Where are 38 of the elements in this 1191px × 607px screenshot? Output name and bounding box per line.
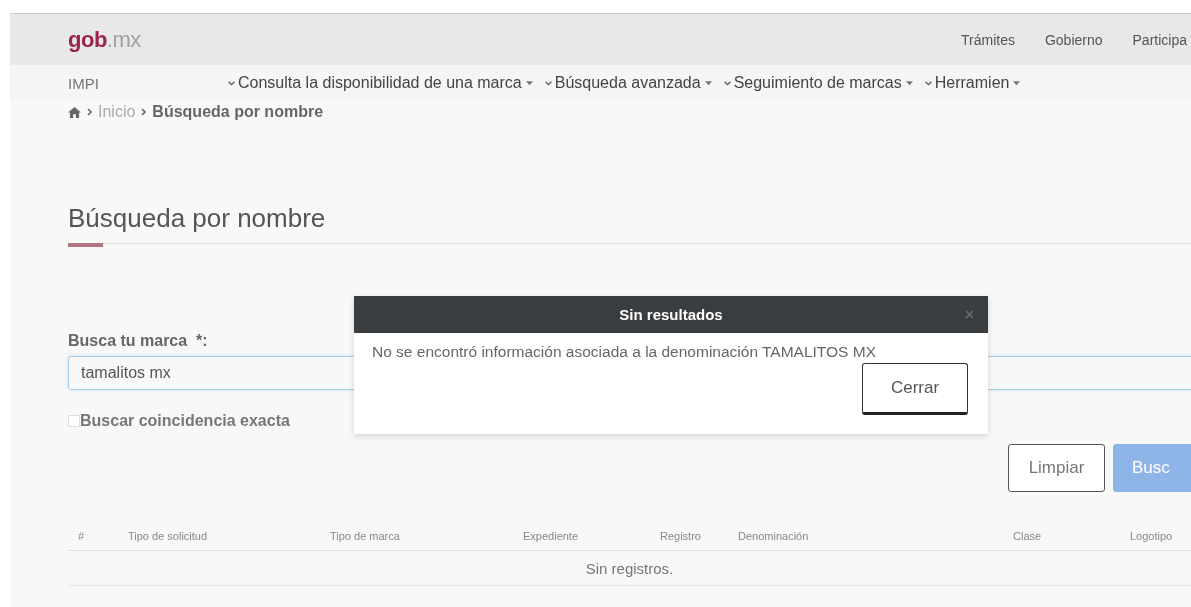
- checkbox[interactable]: [68, 415, 80, 427]
- checkbox-label[interactable]: Buscar coincidencia exacta: [80, 412, 290, 430]
- caret-icon: [905, 80, 913, 86]
- header-link[interactable]: Trámites: [961, 31, 1015, 48]
- column-header: Tipo de marca: [330, 530, 401, 542]
- close-dialog-button[interactable]: Cerrar: [862, 363, 968, 415]
- page-title: Búsqueda por nombre: [68, 203, 327, 235]
- chevron-down-icon: [924, 80, 932, 86]
- nav-menu[interactable]: Seguimiento de marcas: [723, 74, 913, 92]
- chevron-down-icon: [228, 80, 235, 86]
- nav-menu[interactable]: Herramien: [924, 74, 1021, 92]
- caret-icon: [1013, 80, 1021, 86]
- chevron-down-icon: [723, 80, 731, 86]
- column-header: Expediente: [523, 530, 580, 542]
- clear-button[interactable]: Limpiar: [1008, 444, 1105, 492]
- column-header: Tipo de solicitud: [128, 530, 209, 542]
- dialog-title: Sin resultados: [619, 306, 723, 323]
- dialog-message: No se encontró información asociada a la denominación TAMALITOS MX: [372, 343, 876, 361]
- breadcrumb-link[interactable]: Búsqueda por nombre: [152, 103, 324, 121]
- chevron-right-icon: [141, 108, 147, 116]
- home-icon[interactable]: [68, 106, 81, 118]
- column-header: #: [77, 530, 86, 542]
- chevron-right-icon: [87, 108, 92, 116]
- column-header: Logotipo: [1130, 530, 1174, 542]
- chevron-down-icon: [544, 80, 552, 86]
- header-link[interactable]: Participa: [1132, 31, 1187, 48]
- nav-menu[interactable]: Búsqueda avanzada: [544, 74, 712, 92]
- site-name[interactable]: IMPI: [68, 74, 228, 92]
- caret-icon: [525, 80, 533, 86]
- empty-message: Sin registros.: [585, 559, 674, 577]
- caret-icon: [704, 80, 712, 86]
- site-logo[interactable]: gob.mx: [68, 26, 141, 53]
- header-link[interactable]: Gobierno: [1044, 31, 1103, 48]
- field-label: Busca tu marca *:: [68, 332, 209, 350]
- column-header: Clase: [1013, 530, 1043, 542]
- column-header: Denominación: [738, 530, 810, 542]
- column-header: Registro: [660, 530, 702, 542]
- nav-menu[interactable]: Consulta la disponibilidad de una marca: [228, 74, 533, 92]
